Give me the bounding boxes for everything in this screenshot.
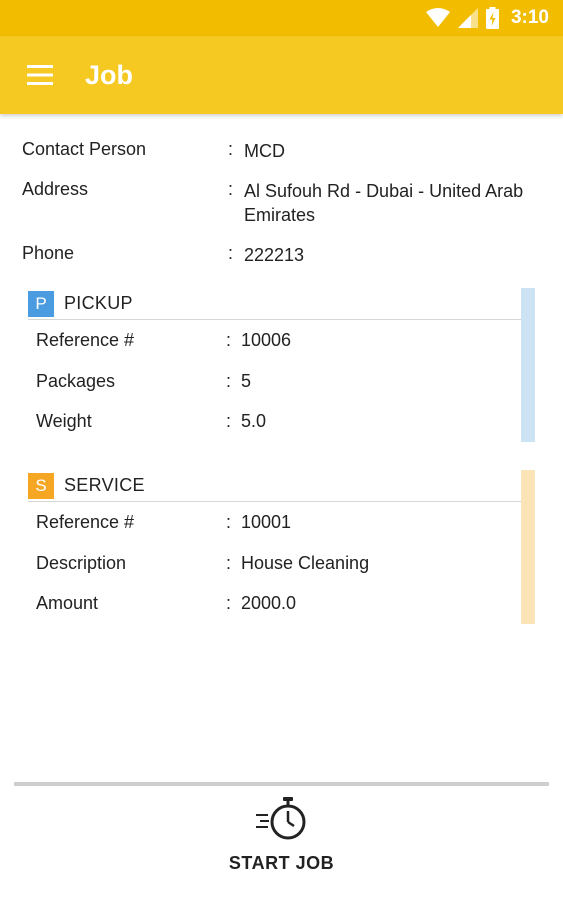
colon: : <box>226 411 232 431</box>
field-label: Amount <box>36 593 99 613</box>
phone-value[interactable]: 222213 <box>244 243 544 267</box>
pickup-badge: P <box>28 290 54 317</box>
colon: : <box>228 139 234 159</box>
field-label: Reference # <box>36 512 135 532</box>
menu-button[interactable] <box>0 36 80 114</box>
pickup-title: PICKUP <box>64 293 133 313</box>
colon: : <box>226 593 232 613</box>
pickup-stripe <box>521 288 535 442</box>
field-label: Weight <box>36 411 92 431</box>
status-bar: 3:10 <box>0 0 563 36</box>
start-job-label: START JOB <box>228 853 335 873</box>
contact-person-value: MCD <box>244 141 285 161</box>
colon: : <box>226 553 232 573</box>
start-job-button[interactable]: START JOB <box>200 790 363 890</box>
colon: : <box>226 371 232 391</box>
field-label: Reference # <box>36 330 135 350</box>
field-value: 2000.0 <box>241 593 297 613</box>
field-value: House Cleaning <box>241 553 370 573</box>
service-stripe <box>521 470 535 624</box>
field-label: Description <box>36 553 127 573</box>
pickup-section[interactable]: P PICKUP Reference # : 10006 Packages : … <box>22 288 535 442</box>
cell-signal-icon <box>457 8 478 28</box>
field-value: 10001 <box>241 512 292 532</box>
wifi-icon <box>425 8 450 27</box>
service-header: S SERVICE <box>28 470 521 502</box>
field-value: 10006 <box>241 330 292 350</box>
address-value: Al Sufouh Rd - Dubai - United Arab Emira… <box>244 181 524 225</box>
field-value: 5 <box>241 371 252 391</box>
battery-charging-icon <box>485 7 499 29</box>
status-time: 3:10 <box>510 7 549 28</box>
colon: : <box>228 179 234 199</box>
service-section[interactable]: S SERVICE Reference # : 10001 Descriptio… <box>22 470 535 624</box>
colon: : <box>226 330 232 350</box>
page-title: Job <box>85 59 134 90</box>
colon: : <box>228 243 234 263</box>
footer-divider <box>14 782 549 786</box>
app-bar: Job <box>0 36 563 114</box>
hamburger-menu-icon <box>27 65 53 85</box>
phone-label: Phone <box>22 243 75 263</box>
stopwatch-icon <box>255 797 305 840</box>
field-label: Packages <box>36 371 116 391</box>
pickup-header: P PICKUP <box>28 288 521 320</box>
contact-person-label: Contact Person <box>22 139 147 159</box>
service-title: SERVICE <box>64 475 145 495</box>
address-label: Address <box>22 179 89 199</box>
service-badge: S <box>28 472 54 499</box>
colon: : <box>226 512 232 532</box>
field-value: 5.0 <box>241 411 267 431</box>
